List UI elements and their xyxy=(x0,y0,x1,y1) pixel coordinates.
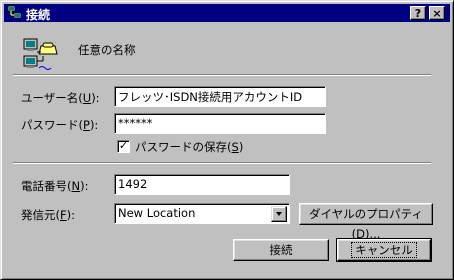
network-computers-icon xyxy=(7,5,23,21)
dial-from-select[interactable]: New Location xyxy=(114,203,290,224)
dial-from-value: New Location xyxy=(118,206,196,220)
dialup-connection-icon xyxy=(23,38,59,70)
username-label: ユーザー名(U): xyxy=(21,91,100,105)
save-password-checkbox[interactable]: ✓ xyxy=(117,140,130,153)
phone-number-field[interactable]: 1492 xyxy=(114,174,290,195)
title-bar[interactable]: 接続 ? × xyxy=(4,4,450,22)
save-password-label[interactable]: パスワードの保存(S) xyxy=(135,139,243,155)
window-title: 接続 xyxy=(26,8,51,22)
separator xyxy=(13,162,431,164)
close-button[interactable]: × xyxy=(429,6,445,20)
dial-properties-button[interactable]: ダイヤルのプロパティ(D)... xyxy=(299,203,433,241)
dial-from-label: 発信元(F): xyxy=(21,208,75,222)
separator xyxy=(13,74,431,76)
connect-dialog: 接続 ? × 任意の名称 ユーザー名(U): フレッツ･ISDN接続用アカウント… xyxy=(0,0,454,280)
dropdown-arrow-icon[interactable] xyxy=(271,206,287,222)
username-field[interactable]: フレッツ･ISDN接続用アカウントID xyxy=(114,86,326,107)
password-field[interactable]: ****** xyxy=(114,113,326,134)
phone-number-label: 電話番号(N): xyxy=(21,179,89,193)
password-label: パスワード(P): xyxy=(21,118,99,132)
connect-button[interactable]: 接続 xyxy=(233,239,329,261)
help-button[interactable]: ? xyxy=(410,6,426,20)
connection-name: 任意の名称 xyxy=(78,43,136,57)
cancel-button[interactable]: キャンセル xyxy=(336,238,432,262)
cancel-button-label: キャンセル xyxy=(351,242,417,258)
